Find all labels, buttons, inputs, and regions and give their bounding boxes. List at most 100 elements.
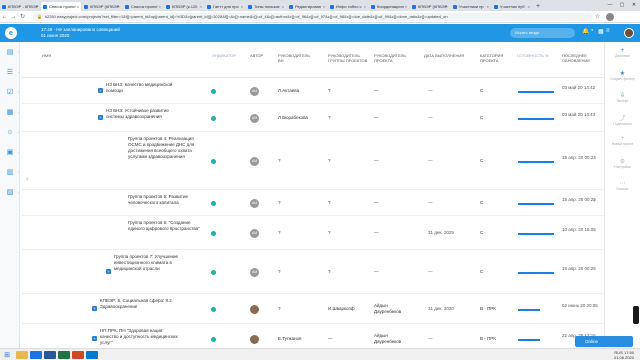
tab-close-icon[interactable]: × <box>36 4 38 9</box>
table-row[interactable]: Группа проектов 6: "Создание единого циф… <box>22 216 604 250</box>
tab-close-icon[interactable]: × <box>446 4 448 9</box>
author-avatar[interactable]: AM <box>250 114 259 123</box>
table-row[interactable]: Группа проектов 4: Реализация ОСМС и про… <box>22 132 604 190</box>
tab-close-icon[interactable]: × <box>118 4 120 9</box>
new-tab-button[interactable]: + <box>533 2 543 11</box>
browser-tab[interactable]: Типы пользов × <box>246 2 286 11</box>
expand-toggle-icon[interactable]: + <box>98 115 103 120</box>
table-row[interactable]: + КПВЭР: 8. Социальная сфера: 8.2. Здраво… <box>22 294 604 324</box>
column-vn-lead[interactable]: Руководитель ВН <box>278 53 316 63</box>
easyproject-logo[interactable]: e <box>5 27 17 39</box>
right-panel-item[interactable]: ⋯ Больше <box>605 174 640 196</box>
powerpoint-icon[interactable] <box>72 350 84 359</box>
calendar-icon[interactable]: ▦ › <box>0 102 20 122</box>
right-panel-item[interactable]: + Новый проект <box>605 130 640 152</box>
explorer-icon[interactable] <box>16 350 28 359</box>
global-search-input[interactable]: Искать везде <box>510 28 575 38</box>
project-name-link[interactable]: Группа проектов 6: "Создание единого циф… <box>128 220 208 232</box>
right-panel-item[interactable]: ⤴ Поделиться <box>605 108 640 130</box>
tab-close-icon[interactable]: × <box>77 4 79 9</box>
browser-tab[interactable]: Координацион × <box>369 2 409 11</box>
browser-tab[interactable]: Список проект × <box>123 2 163 11</box>
expand-toggle-icon[interactable]: + <box>92 306 97 311</box>
column-name[interactable]: Имя <box>42 53 51 58</box>
browser-tab[interactable]: Участники пр × <box>451 2 491 11</box>
bookmark-star-icon[interactable]: ☆ <box>593 13 602 20</box>
tasks-icon[interactable]: ☰ › <box>0 62 20 82</box>
url-field[interactable]: 🔒 k2250.easyproject.com/projects?set_fil… <box>33 12 593 21</box>
browser-tab[interactable]: КПВЭР (КПВЭР × <box>82 2 122 11</box>
author-avatar[interactable]: AM <box>250 157 259 166</box>
right-panel-item[interactable]: + Действия <box>605 42 640 64</box>
right-panel-item[interactable]: ★ Сохран. фильтр <box>605 64 640 86</box>
browser-tab[interactable]: КПВЭР (КПВЭР × <box>410 2 450 11</box>
tab-close-icon[interactable]: × <box>364 4 366 9</box>
column-due-date[interactable]: Дата выполнения <box>424 53 474 58</box>
browser-tab[interactable]: КПВЭР - КПВЭР × <box>0 2 40 11</box>
clock-icon[interactable]: ◔ <box>590 28 598 35</box>
online-chat-button[interactable]: Online <box>575 336 633 347</box>
table-row[interactable]: + Группа проектов 7: Улучшение инвестицио… <box>22 250 604 294</box>
project-name-link[interactable]: НП ПРК: ПН "Здоровая нация: качество и д… <box>100 328 180 346</box>
browser-tab[interactable]: Инфо табло с × <box>328 2 368 11</box>
expand-toggle-icon[interactable]: + <box>106 269 111 274</box>
tab-close-icon[interactable]: × <box>200 4 202 9</box>
expand-toggle-icon[interactable]: + <box>98 88 103 93</box>
project-name-link[interactable]: НЗ БНЗ: Качество медицинской помощи <box>106 82 186 94</box>
profile-avatar[interactable] <box>606 12 614 21</box>
column-updated[interactable]: Последнее обновление <box>562 53 602 63</box>
column-author[interactable]: Автор <box>250 53 270 58</box>
grid-icon[interactable]: ▦ <box>598 28 606 35</box>
tab-close-icon[interactable]: × <box>159 4 161 9</box>
windows-start-icon[interactable]: ⊞ <box>0 351 14 359</box>
column-category[interactable]: Категория проекта <box>480 53 510 63</box>
users-icon[interactable]: ☺ › <box>0 122 20 142</box>
author-avatar[interactable]: AM <box>250 268 259 277</box>
project-name-link[interactable]: НЗ БНЗ: Устойчивое развитие системы здра… <box>106 108 186 120</box>
browser-tab[interactable]: Гантт для про × <box>205 2 245 11</box>
tab-close-icon[interactable]: × <box>487 4 489 9</box>
excel-icon[interactable] <box>58 350 70 359</box>
word-icon[interactable] <box>44 350 56 359</box>
minimize-icon[interactable]: — <box>604 0 616 11</box>
table-row[interactable]: Группа проектов 5: Развитие человеческог… <box>22 190 604 216</box>
project-name-link[interactable]: Группа проектов 5: Развитие человеческог… <box>128 194 208 206</box>
project-name-link[interactable]: КПВЭР: 8. Социальная сфера: 8.2. Здравоо… <box>100 298 180 310</box>
bell-icon[interactable]: 🔔 <box>582 28 590 35</box>
back-icon[interactable]: ← <box>0 14 9 20</box>
column-indicator[interactable]: Индикатор <box>212 53 236 58</box>
tab-close-icon[interactable]: × <box>405 4 407 9</box>
reports-icon[interactable]: ▥ › <box>0 162 20 182</box>
reload-icon[interactable]: ↻ <box>18 13 27 20</box>
browser-tab[interactable]: Список проект × <box>41 2 81 11</box>
charts-icon[interactable]: ▨ › <box>0 182 20 202</box>
user-avatar[interactable] <box>624 28 634 38</box>
tab-close-icon[interactable]: × <box>241 4 243 9</box>
expand-toggle-icon[interactable]: + <box>92 336 97 341</box>
author-avatar[interactable]: AM <box>250 229 259 238</box>
column-group-lead[interactable]: Руководитель группы проектов <box>328 53 368 63</box>
checklist-icon[interactable]: ☑ › <box>0 82 20 102</box>
chrome-icon[interactable] <box>30 350 42 359</box>
author-avatar[interactable]: AM <box>250 87 259 96</box>
right-panel-item[interactable]: ⇩ Экспорт <box>605 86 640 108</box>
column-project-lead[interactable]: Руководитель проекта <box>374 53 418 63</box>
close-window-icon[interactable]: ✕ <box>628 0 640 11</box>
project-name-link[interactable]: Группа проектов 7: Улучшение инвестицион… <box>114 254 194 272</box>
tab-close-icon[interactable]: × <box>282 4 284 9</box>
table-row[interactable]: + НЗ БНЗ: Качество медицинской помощи AM Л.… <box>22 78 604 104</box>
author-avatar[interactable] <box>250 305 259 314</box>
documents-icon[interactable]: ▣ › <box>0 142 20 162</box>
maximize-icon[interactable]: ▢ <box>616 0 628 11</box>
projects-icon[interactable]: ▤ › <box>0 42 20 62</box>
author-avatar[interactable]: AM <box>250 199 259 208</box>
project-name-link[interactable]: Группа проектов 4: Реализация ОСМС и про… <box>128 136 208 160</box>
scrollbar-thumb[interactable] <box>633 306 639 324</box>
outlook-icon[interactable] <box>86 350 98 359</box>
tab-close-icon[interactable]: × <box>323 4 325 9</box>
column-done[interactable]: Готовность % <box>517 53 553 58</box>
table-row[interactable]: + НЗ БНЗ: Устойчивое развитие системы здр… <box>22 104 604 132</box>
browser-tab[interactable]: КПВЭР (к.120 × <box>164 2 204 11</box>
tab-close-icon[interactable]: × <box>528 4 530 9</box>
right-panel-item[interactable]: ⚙ Настройки <box>605 152 640 174</box>
